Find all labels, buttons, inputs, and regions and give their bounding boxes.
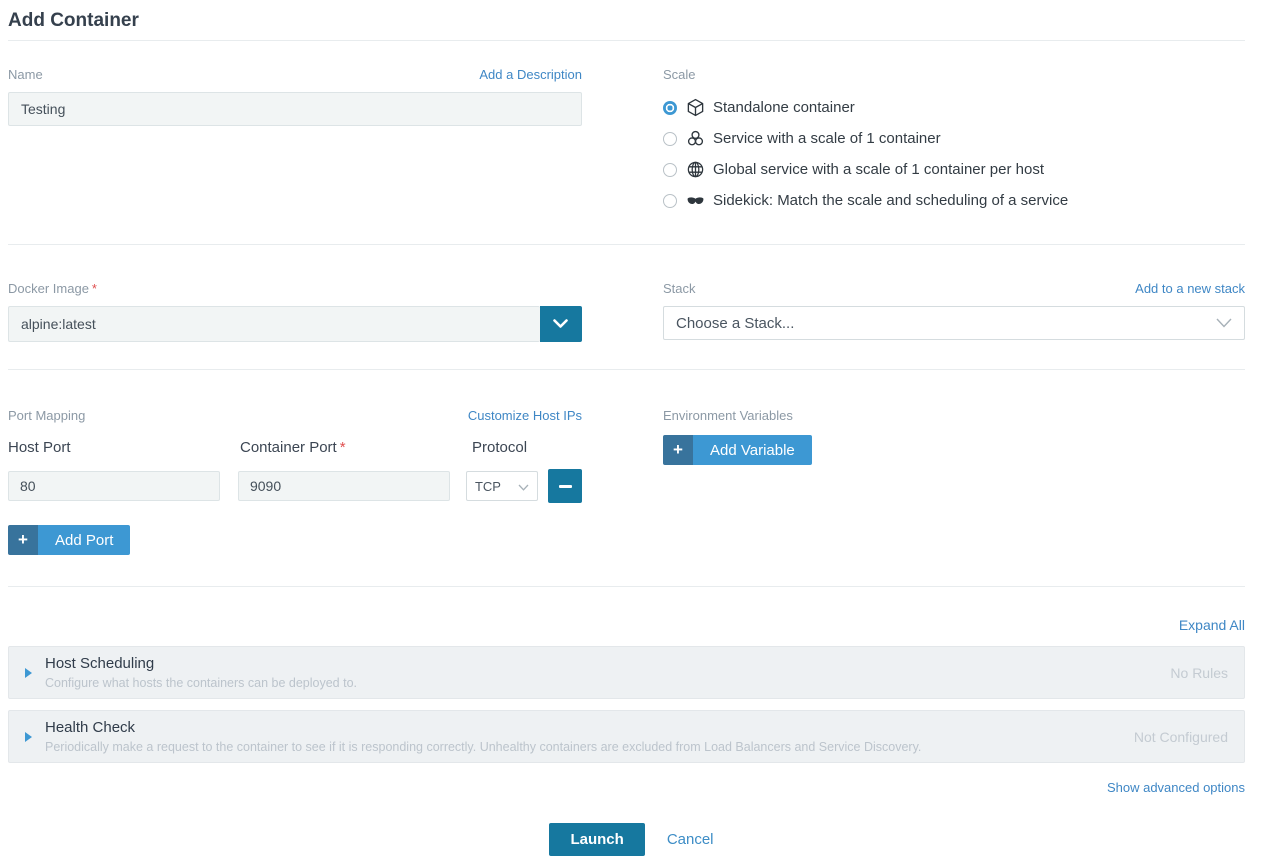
cluster-icon (686, 129, 705, 148)
environment-variables-label: Environment Variables (663, 408, 793, 423)
scale-option-global[interactable]: Global service with a scale of 1 contain… (663, 154, 1245, 185)
accordion-host-scheduling[interactable]: Host Scheduling Configure what hosts the… (8, 646, 1245, 699)
name-label: Name (8, 67, 43, 82)
protocol-label: Protocol (472, 439, 626, 456)
required-asterisk: * (92, 281, 97, 296)
docker-image-label: Docker Image* (8, 281, 97, 296)
docker-image-column: Docker Image* (8, 281, 582, 342)
add-variable-label: Add Variable (693, 435, 812, 465)
expand-arrow-icon (25, 732, 32, 742)
accordion-description: Periodically make a request to the conta… (45, 740, 1114, 754)
expand-all-link[interactable]: Expand All (1179, 617, 1245, 633)
port-row: TCP (8, 469, 582, 503)
scale-option-sidekick[interactable]: Sidekick: Match the scale and scheduling… (663, 185, 1245, 216)
accordion-title: Host Scheduling (45, 655, 1150, 672)
port-grid: Host Port Container Port* Protocol (8, 423, 582, 456)
scale-option-service[interactable]: Service with a scale of 1 container (663, 123, 1245, 154)
add-variable-button[interactable]: + Add Variable (663, 435, 812, 465)
radio-unselected (663, 163, 677, 177)
radio-unselected (663, 194, 677, 208)
port-mapping-column: Port Mapping Customize Host IPs Host Por… (8, 408, 582, 555)
scale-options: Standalone container Service with a scal… (663, 92, 1245, 216)
scale-column: Scale Standalone container (663, 67, 1245, 216)
chevron-down-icon (518, 479, 529, 494)
docker-image-input[interactable] (8, 306, 540, 342)
image-dropdown-button[interactable] (540, 306, 582, 342)
stack-select[interactable]: Choose a Stack... (663, 306, 1245, 340)
host-port-label: Host Port (8, 439, 222, 456)
scale-label: Scale (663, 67, 696, 82)
minus-icon (559, 485, 572, 488)
scale-option-label: Sidekick: Match the scale and scheduling… (713, 192, 1068, 209)
required-asterisk: * (340, 439, 346, 456)
customize-host-ips-link[interactable]: Customize Host IPs (468, 408, 582, 423)
plus-icon: + (663, 435, 693, 465)
show-advanced-options-link[interactable]: Show advanced options (1107, 780, 1245, 795)
cube-icon (686, 98, 705, 117)
container-port-label: Container Port* (240, 439, 454, 456)
advanced-sections: Expand All Host Scheduling Configure wha… (0, 617, 1263, 797)
environment-variables-column: Environment Variables + Add Variable (663, 408, 1245, 555)
host-port-input[interactable] (8, 471, 220, 501)
plus-icon: + (8, 525, 38, 555)
mask-icon (686, 191, 705, 210)
add-port-label: Add Port (38, 525, 130, 555)
chevron-down-icon (1216, 315, 1232, 332)
section-divider (8, 586, 1245, 587)
container-port-input[interactable] (238, 471, 450, 501)
form-footer: Launch Cancel (0, 823, 1263, 856)
remove-port-button[interactable] (548, 469, 582, 503)
name-scale-row: Name Add a Description Scale (0, 41, 1263, 244)
add-port-button[interactable]: + Add Port (8, 525, 130, 555)
accordion-description: Configure what hosts the containers can … (45, 676, 1150, 690)
add-container-form: Add Container Name Add a Description Sca… (0, 0, 1263, 856)
status-badge: Not Configured (1134, 729, 1228, 745)
protocol-select[interactable]: TCP (466, 471, 538, 501)
ports-env-row: Port Mapping Customize Host IPs Host Por… (0, 370, 1263, 586)
chevron-down-icon (553, 317, 568, 332)
cancel-button[interactable]: Cancel (667, 831, 714, 848)
image-stack-row: Docker Image* Stack Add to a new stack C… (0, 245, 1263, 369)
scale-option-standalone[interactable]: Standalone container (663, 92, 1245, 123)
add-new-stack-link[interactable]: Add to a new stack (1135, 281, 1245, 296)
port-mapping-label: Port Mapping (8, 408, 85, 423)
globe-icon (686, 160, 705, 179)
stack-select-value: Choose a Stack... (676, 315, 794, 332)
name-input[interactable] (8, 92, 582, 126)
launch-button[interactable]: Launch (549, 823, 644, 856)
stack-column: Stack Add to a new stack Choose a Stack.… (663, 281, 1245, 342)
scale-option-label: Global service with a scale of 1 contain… (713, 161, 1044, 178)
radio-unselected (663, 132, 677, 146)
name-column: Name Add a Description (8, 67, 582, 216)
page-title: Add Container (0, 0, 1263, 40)
status-badge: No Rules (1170, 665, 1228, 681)
accordion-health-check[interactable]: Health Check Periodically make a request… (8, 710, 1245, 763)
add-description-link[interactable]: Add a Description (479, 67, 582, 82)
scale-option-label: Standalone container (713, 99, 855, 116)
scale-option-label: Service with a scale of 1 container (713, 130, 941, 147)
accordion-title: Health Check (45, 719, 1114, 736)
stack-label: Stack (663, 281, 696, 296)
expand-arrow-icon (25, 668, 32, 678)
radio-selected (663, 101, 677, 115)
protocol-select-value: TCP (475, 479, 501, 494)
